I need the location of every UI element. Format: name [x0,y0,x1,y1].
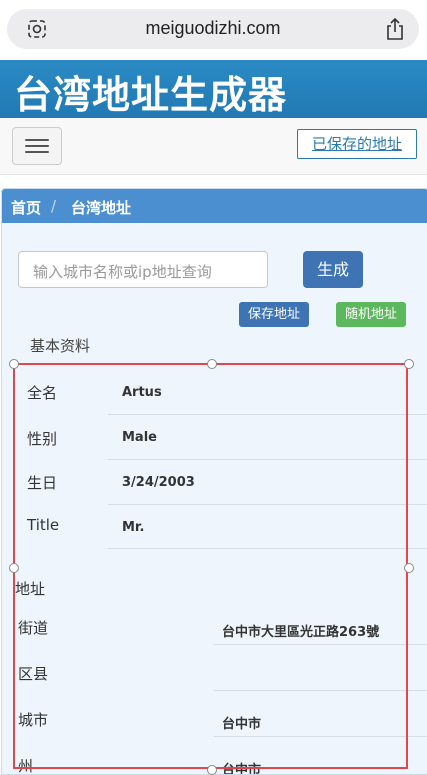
saved-addresses-link[interactable]: 已保存的地址 [297,129,417,159]
resize-handle[interactable] [9,563,19,573]
hamburger-bar-icon [25,145,49,147]
hamburger-bar-icon [25,139,49,141]
selection-box[interactable] [13,363,408,769]
navbar: 已保存的地址 [0,118,427,175]
address-bar[interactable]: meiguodizhi.com [7,9,419,49]
url-text[interactable]: meiguodizhi.com [7,18,419,39]
resize-handle[interactable] [207,359,217,369]
breadcrumb-separator: / [51,197,57,215]
breadcrumb-home[interactable]: 首页 [11,197,41,218]
resize-handle[interactable] [207,765,217,775]
random-address-button[interactable]: 随机地址 [336,302,406,327]
resize-handle[interactable] [404,563,414,573]
breadcrumb-current: 台湾地址 [71,199,132,217]
share-icon[interactable] [385,17,405,41]
search-input[interactable]: 输入城市名称或ip地址查询 [18,251,268,288]
site-banner: 台湾地址生成器 [0,60,427,121]
site-title: 台湾地址生成器 [14,73,288,117]
browser-toolbar: meiguodizhi.com [0,0,427,58]
generate-button[interactable]: 生成 [303,251,363,288]
resize-handle[interactable] [404,359,414,369]
hamburger-bar-icon [25,151,49,153]
resize-handle[interactable] [9,359,19,369]
breadcrumb: 首页 / 台湾地址 [2,189,427,223]
save-address-button[interactable]: 保存地址 [239,302,309,327]
basic-info-heading: 基本资料 [30,337,91,355]
menu-toggle-button[interactable] [12,127,62,165]
